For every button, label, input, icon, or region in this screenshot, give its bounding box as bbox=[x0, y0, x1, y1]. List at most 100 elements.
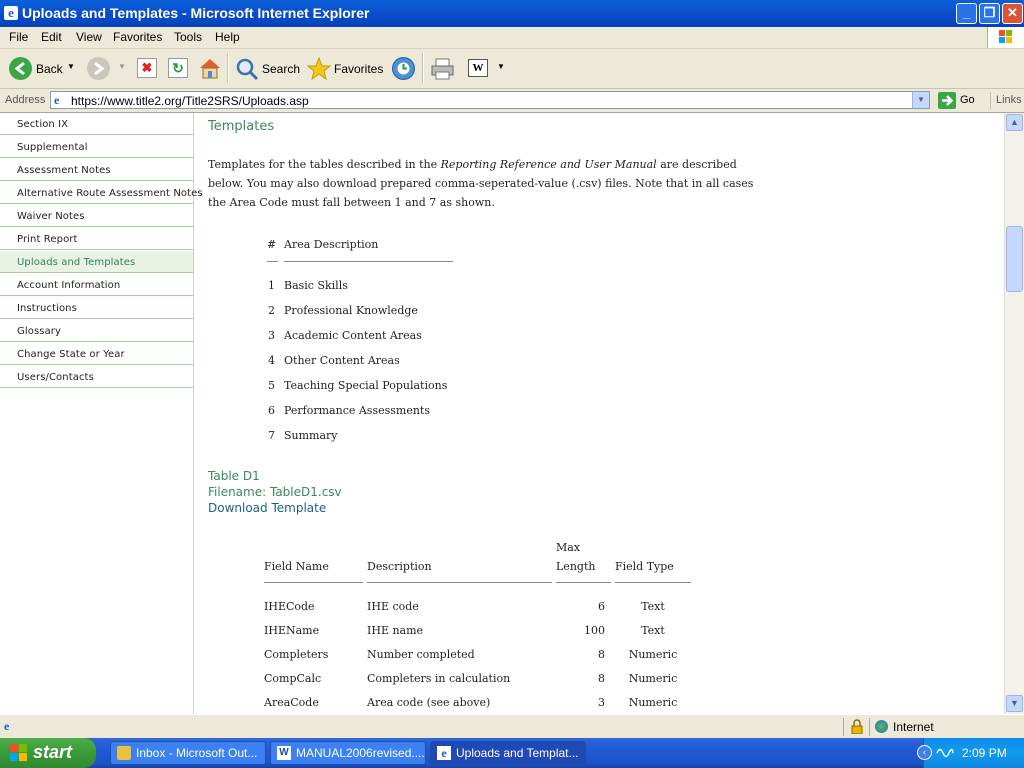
word-icon: W bbox=[277, 746, 291, 760]
address-input[interactable]: e https://www.title2.org/Title2SRS/Uploa… bbox=[50, 91, 930, 109]
status-separator bbox=[843, 718, 844, 736]
task-ie-label[interactable]: Uploads and Templat... bbox=[456, 742, 579, 764]
address-bar: Address e https://www.title2.org/Title2S… bbox=[0, 89, 1024, 113]
table-d1-fields: Field Name Description Max Length Field … bbox=[0, 113, 1004, 714]
go-arrow-icon[interactable] bbox=[938, 92, 956, 109]
address-separator bbox=[990, 92, 991, 109]
go-button[interactable]: Go bbox=[960, 94, 975, 106]
d1-max-length: 100 bbox=[584, 624, 605, 637]
title-bar: e Uploads and Templates - Microsoft Inte… bbox=[0, 0, 1024, 27]
back-button[interactable]: Back bbox=[36, 62, 63, 76]
d1-header-max: Max bbox=[556, 541, 581, 554]
menu-bar: File Edit View Favorites Tools Help bbox=[0, 27, 1024, 49]
d1-max-length: 6 bbox=[598, 600, 605, 613]
d1-field-name: Completers bbox=[264, 648, 329, 661]
links-button[interactable]: Links bbox=[996, 94, 1022, 106]
network-icon[interactable] bbox=[936, 745, 954, 761]
history-icon[interactable] bbox=[392, 57, 415, 80]
forward-arrow-icon[interactable] bbox=[87, 57, 110, 80]
d1-description: Area code (see above) bbox=[367, 696, 491, 709]
d1-description: Completers in calculation bbox=[367, 672, 511, 685]
windows-flag-icon bbox=[10, 744, 28, 762]
tray-expand-icon[interactable]: ‹ bbox=[917, 745, 932, 760]
ie-icon: e bbox=[4, 6, 18, 20]
back-dropdown-icon[interactable]: ▼ bbox=[67, 62, 75, 71]
task-outlook[interactable]: Inbox - Microsoft Out... bbox=[110, 741, 266, 765]
refresh-icon[interactable]: ↻ bbox=[168, 58, 188, 78]
address-dropdown-icon[interactable]: ▼ bbox=[912, 92, 929, 108]
header-rule bbox=[556, 582, 611, 583]
start-label[interactable]: start bbox=[33, 742, 72, 763]
status-page-icon: e bbox=[4, 719, 10, 733]
task-ie[interactable]: e Uploads and Templat... bbox=[430, 741, 586, 765]
d1-field-type: Numeric bbox=[628, 696, 678, 709]
search-icon[interactable] bbox=[235, 57, 259, 81]
d1-field-type: Numeric bbox=[628, 648, 678, 661]
home-icon[interactable] bbox=[198, 57, 222, 79]
globe-icon bbox=[875, 720, 888, 733]
task-outlook-label[interactable]: Inbox - Microsoft Out... bbox=[136, 742, 257, 764]
d1-field-name: AreaCode bbox=[264, 696, 319, 709]
close-button[interactable]: ✕ bbox=[1002, 3, 1023, 24]
toolbar-separator bbox=[422, 53, 424, 83]
menu-edit[interactable]: Edit bbox=[41, 30, 62, 44]
outlook-icon bbox=[117, 746, 131, 760]
minimize-button[interactable]: _ bbox=[956, 3, 977, 24]
ie-task-icon: e bbox=[437, 746, 451, 760]
d1-description: IHE code bbox=[367, 600, 419, 613]
scroll-up-icon[interactable]: ▲ bbox=[1006, 114, 1023, 131]
maximize-button[interactable]: ❐ bbox=[979, 3, 1000, 24]
d1-field-type: Numeric bbox=[628, 672, 678, 685]
menu-tools[interactable]: Tools bbox=[174, 30, 202, 44]
d1-field-name: IHEName bbox=[264, 624, 320, 637]
address-label: Address bbox=[5, 94, 46, 106]
system-tray: ‹ 2:09 PM bbox=[917, 738, 1024, 768]
print-icon[interactable] bbox=[430, 58, 455, 80]
stop-icon[interactable]: ✖ bbox=[137, 58, 157, 78]
word-edit-icon[interactable]: W bbox=[468, 59, 488, 77]
menu-file[interactable]: File bbox=[9, 30, 28, 44]
d1-field-name: IHECode bbox=[264, 600, 315, 613]
header-rule bbox=[367, 582, 552, 583]
task-word-label[interactable]: MANUAL2006revised.... bbox=[296, 742, 425, 764]
taskbar: start Inbox - Microsoft Out... W MANUAL2… bbox=[0, 738, 1024, 768]
d1-max-length: 8 bbox=[598, 648, 605, 661]
scroll-thumb[interactable] bbox=[1006, 226, 1023, 292]
search-button[interactable]: Search bbox=[262, 62, 300, 76]
d1-max-length: 3 bbox=[598, 696, 605, 709]
d1-header-length: Length bbox=[556, 560, 596, 573]
d1-header-type: Field Type bbox=[615, 560, 674, 573]
toolbar-separator bbox=[227, 53, 229, 83]
vertical-scrollbar[interactable]: ▲ ▼ bbox=[1004, 113, 1024, 714]
d1-field-type: Text bbox=[641, 600, 665, 613]
windows-logo-icon bbox=[987, 27, 1024, 48]
header-rule bbox=[615, 582, 691, 583]
lock-icon bbox=[851, 719, 863, 735]
favorites-button[interactable]: Favorites bbox=[334, 62, 383, 76]
window-title: Uploads and Templates - Microsoft Intern… bbox=[22, 5, 370, 21]
d1-header-description: Description bbox=[367, 560, 432, 573]
d1-header-field: Field Name bbox=[264, 560, 329, 573]
d1-field-type: Text bbox=[641, 624, 665, 637]
edit-dropdown-icon[interactable]: ▼ bbox=[497, 62, 505, 71]
clock: 2:09 PM bbox=[962, 746, 1007, 760]
d1-field-name: CompCalc bbox=[264, 672, 322, 685]
favorites-star-icon[interactable] bbox=[306, 56, 332, 82]
task-word[interactable]: W MANUAL2006revised.... bbox=[270, 741, 426, 765]
menu-help[interactable]: Help bbox=[215, 30, 240, 44]
zone-label: Internet bbox=[893, 720, 934, 734]
page-icon: e bbox=[54, 93, 60, 107]
d1-max-length: 8 bbox=[598, 672, 605, 685]
header-rule bbox=[264, 582, 363, 583]
toolbar: Back ▼ ▼ ✖ ↻ Search Favorites W ▼ bbox=[0, 49, 1024, 89]
d1-description: Number completed bbox=[367, 648, 475, 661]
d1-description: IHE name bbox=[367, 624, 424, 637]
scroll-down-icon[interactable]: ▼ bbox=[1006, 695, 1023, 712]
page-content: Section IX Supplemental Assessment Notes Al… bbox=[0, 113, 1004, 714]
forward-dropdown-icon[interactable]: ▼ bbox=[118, 62, 126, 71]
back-arrow-icon[interactable] bbox=[9, 57, 32, 80]
address-url[interactable]: https://www.title2.org/Title2SRS/Uploads… bbox=[71, 94, 309, 108]
menu-favorites[interactable]: Favorites bbox=[113, 30, 162, 44]
menu-view[interactable]: View bbox=[76, 30, 102, 44]
start-button[interactable]: start bbox=[0, 738, 96, 768]
